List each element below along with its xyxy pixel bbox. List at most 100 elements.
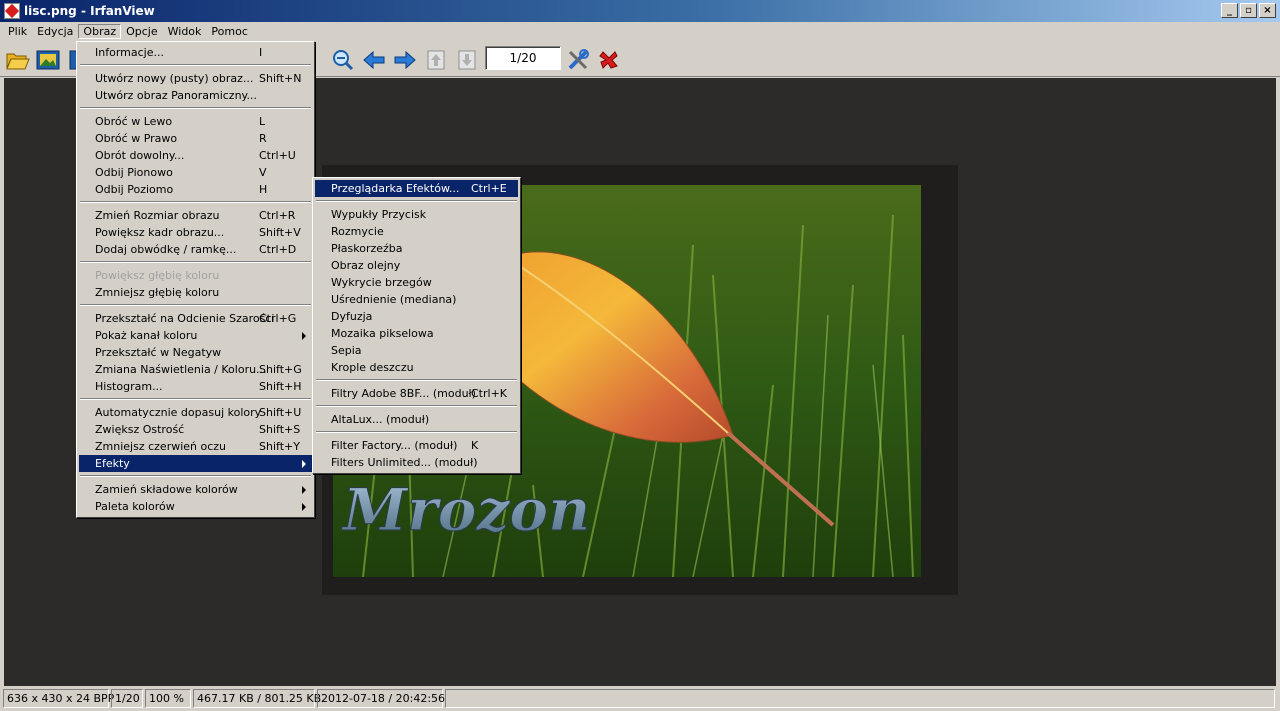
efekty-item-usrednienie-mediana[interactable]: Uśrednienie (mediana) xyxy=(315,291,518,308)
menu-separator xyxy=(79,472,312,481)
previous-arrow-icon[interactable] xyxy=(362,48,386,72)
efekty-item-filter-factory-modul[interactable]: Filter Factory... (moduł) K xyxy=(315,437,518,454)
irfanview-logo-icon[interactable] xyxy=(597,48,621,72)
menu-item-shortcut: Ctrl+G xyxy=(259,312,297,325)
efekty-item-rozmycie[interactable]: Rozmycie xyxy=(315,223,518,240)
menu-item-label: Filters Unlimited... (moduł) xyxy=(331,456,478,469)
window-controls: _ ▫ × xyxy=(1221,3,1276,18)
menu-item-shortcut: Shift+Y xyxy=(259,440,300,453)
menu-item-label: Odbij Poziomo xyxy=(95,183,174,196)
menu-item-label: Mozaika pikselowa xyxy=(331,327,434,340)
obraz-item-efekty[interactable]: Efekty xyxy=(79,455,312,472)
obraz-item-histogram[interactable]: Histogram... Shift+H xyxy=(79,378,312,395)
efekty-item-dyfuzja[interactable]: Dyfuzja xyxy=(315,308,518,325)
obraz-item-zwieksz-ostrosc[interactable]: Zwiększ Ostrość Shift+S xyxy=(79,421,312,438)
menu-item-label: Przekształć na Odcienie Szarości xyxy=(95,312,275,325)
menu-item-label: Efekty xyxy=(95,457,130,470)
menu-item-label: Filter Factory... (moduł) xyxy=(331,439,458,452)
menu-item-label: Filtry Adobe 8BF... (moduł) xyxy=(331,387,476,400)
next-arrow-icon[interactable] xyxy=(393,48,417,72)
menu-item-shortcut: Ctrl+R xyxy=(259,209,296,222)
obraz-item-obroc-w-prawo[interactable]: Obróć w Prawo R xyxy=(79,130,312,147)
menu-item-label: Przekształć w Negatyw xyxy=(95,346,222,359)
obraz-menu: Informacje... I Utwórz nowy (pusty) obraz.… xyxy=(76,41,315,518)
efekty-item-krople-deszczu[interactable]: Krople deszczu xyxy=(315,359,518,376)
submenu-arrow-icon xyxy=(302,332,306,340)
obraz-item-odbij-poziomo[interactable]: Odbij Poziomo H xyxy=(79,181,312,198)
menu-plik[interactable]: Plik xyxy=(3,24,32,39)
obraz-item-powieksz-kadr-obrazu[interactable]: Powiększ kadr obrazu... Shift+V xyxy=(79,224,312,241)
menu-item-label: Utwórz nowy (pusty) obraz... xyxy=(95,72,254,85)
open-folder-icon[interactable] xyxy=(6,48,30,72)
obraz-item-informacje[interactable]: Informacje... I xyxy=(79,44,312,61)
menu-item-shortcut: Shift+N xyxy=(259,72,302,85)
menu-item-label: Zwiększ Ostrość xyxy=(95,423,185,436)
menu-pomoc[interactable]: Pomoc xyxy=(206,24,252,39)
obraz-item-obrot-dowolny[interactable]: Obrót dowolny... Ctrl+U xyxy=(79,147,312,164)
obraz-item-pokaz-kanal-koloru[interactable]: Pokaż kanał koloru xyxy=(79,327,312,344)
efekty-item-przegladarka-efektow[interactable]: Przeglądarka Efektów... Ctrl+E xyxy=(315,180,518,197)
obraz-item-zmien-rozmiar-obrazu[interactable]: Zmień Rozmiar obrazu Ctrl+R xyxy=(79,207,312,224)
menu-item-label: Powiększ głębię koloru xyxy=(95,269,220,282)
efekty-item-plaskorzezba[interactable]: Płaskorzeźba xyxy=(315,240,518,257)
efekty-submenu: Przeglądarka Efektów... Ctrl+E Wypukły Prz… xyxy=(312,177,521,474)
obraz-item-zmiana-naswietlenia-koloru[interactable]: Zmiana Naświetlenia / Koloru... Shift+G xyxy=(79,361,312,378)
zoom-out-icon[interactable] xyxy=(331,48,355,72)
obraz-item-paleta-kolorow[interactable]: Paleta kolorów xyxy=(79,498,312,515)
menu-item-shortcut: R xyxy=(259,132,267,145)
title-bar: lisc.png - IrfanView _ ▫ × xyxy=(0,0,1280,22)
obraz-item-automatycznie-dopasuj-kolory[interactable]: Automatycznie dopasuj kolory Shift+U xyxy=(79,404,312,421)
menu-separator xyxy=(315,428,518,437)
menu-item-label: Dodaj obwódkę / ramkę... xyxy=(95,243,237,256)
minimize-button[interactable]: _ xyxy=(1221,3,1238,18)
menu-item-shortcut: Shift+S xyxy=(259,423,301,436)
menu-item-shortcut: V xyxy=(259,166,267,179)
window-title: lisc.png - IrfanView xyxy=(24,4,155,18)
menu-item-shortcut: L xyxy=(259,115,266,128)
menu-widok[interactable]: Widok xyxy=(163,24,207,39)
obraz-item-odbij-pionowo[interactable]: Odbij Pionowo V xyxy=(79,164,312,181)
menu-edycja[interactable]: Edycja xyxy=(32,24,78,39)
efekty-item-altalux-modul[interactable]: AltaLux... (moduł) xyxy=(315,411,518,428)
first-page-icon[interactable] xyxy=(424,48,448,72)
efekty-item-wypukly-przycisk[interactable]: Wypukły Przycisk xyxy=(315,206,518,223)
restore-button[interactable]: ▫ xyxy=(1240,3,1257,18)
thumbnails-icon[interactable] xyxy=(36,48,60,72)
menu-bar: Plik Edycja Obraz Opcje Widok Pomoc xyxy=(0,22,1280,41)
menu-opcje[interactable]: Opcje xyxy=(121,24,163,39)
obraz-item-powieksz-glebie-koloru: Powiększ głębię koloru xyxy=(79,267,312,284)
menu-obraz[interactable]: Obraz xyxy=(78,24,122,39)
obraz-item-zamien-skladowe-kolorow[interactable]: Zamień składowe kolorów xyxy=(79,481,312,498)
efekty-item-filters-unlimited-modul[interactable]: Filters Unlimited... (moduł) xyxy=(315,454,518,471)
obraz-item-dodaj-obwodke-ramke[interactable]: Dodaj obwódkę / ramkę... Ctrl+D xyxy=(79,241,312,258)
menu-item-shortcut: I xyxy=(259,46,263,59)
efekty-item-mozaika-pikselowa[interactable]: Mozaika pikselowa xyxy=(315,325,518,342)
obraz-item-przeksztalc-na-odcienie-szarosci[interactable]: Przekształć na Odcienie Szarości Ctrl+G xyxy=(79,310,312,327)
last-page-icon[interactable] xyxy=(455,48,479,72)
obraz-item-zmniejsz-czerwien-oczu[interactable]: Zmniejsz czerwień oczu Shift+Y xyxy=(79,438,312,455)
efekty-item-wykrycie-brzegow[interactable]: Wykrycie brzegów xyxy=(315,274,518,291)
obraz-item-przeksztalc-w-negatyw[interactable]: Przekształć w Negatyw xyxy=(79,344,312,361)
menu-item-label: Obraz olejny xyxy=(331,259,401,272)
efekty-item-sepia[interactable]: Sepia xyxy=(315,342,518,359)
obraz-item-obroc-w-lewo[interactable]: Obróć w Lewo L xyxy=(79,113,312,130)
menu-separator xyxy=(79,104,312,113)
page-indicator[interactable]: 1/20 xyxy=(485,46,561,70)
menu-separator xyxy=(79,198,312,207)
menu-separator xyxy=(315,376,518,385)
status-filesize: 467.17 KB / 801.25 KB xyxy=(193,689,321,708)
efekty-item-obraz-olejny[interactable]: Obraz olejny xyxy=(315,257,518,274)
close-button[interactable]: × xyxy=(1259,3,1276,18)
obraz-item-utworz-nowy-pusty-obraz[interactable]: Utwórz nowy (pusty) obraz... Shift+N xyxy=(79,70,312,87)
menu-item-label: Przeglądarka Efektów... xyxy=(331,182,460,195)
status-empty xyxy=(445,689,1275,708)
menu-item-shortcut: H xyxy=(259,183,268,196)
obraz-item-utworz-obraz-panoramiczny[interactable]: Utwórz obraz Panoramiczny... xyxy=(79,87,312,104)
menu-separator xyxy=(79,258,312,267)
obraz-item-zmniejsz-glebie-koloru[interactable]: Zmniejsz głębię koloru xyxy=(79,284,312,301)
menu-item-label: Sepia xyxy=(331,344,362,357)
efekty-item-filtry-adobe-8bf-modul[interactable]: Filtry Adobe 8BF... (moduł) Ctrl+K xyxy=(315,385,518,402)
menu-item-label: Powiększ kadr obrazu... xyxy=(95,226,225,239)
menu-item-label: AltaLux... (moduł) xyxy=(331,413,430,426)
settings-tools-icon[interactable] xyxy=(566,48,590,72)
